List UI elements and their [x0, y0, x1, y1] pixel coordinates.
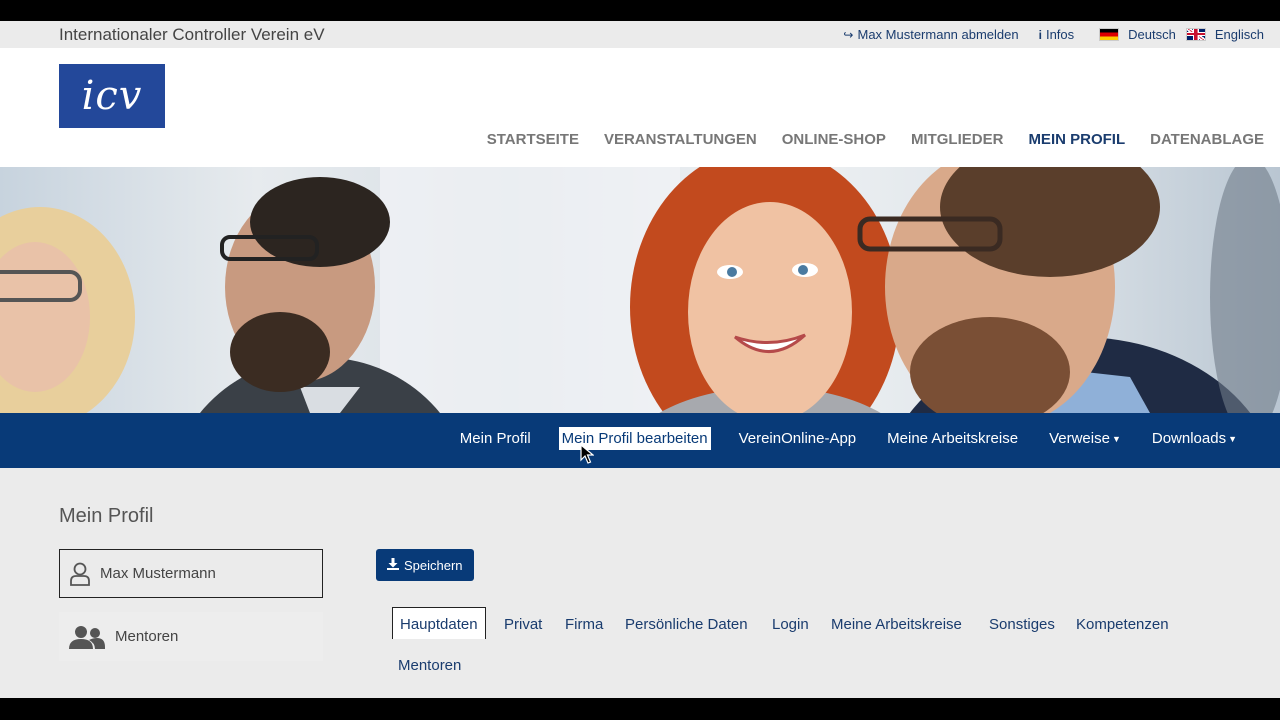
logout-label: Max Mustermann abmelden	[857, 27, 1019, 42]
language-german-label: Deutsch	[1128, 27, 1176, 42]
subnav-downloads-dropdown[interactable]: Downloads ▼	[1149, 427, 1240, 450]
uk-flag-icon	[1185, 28, 1206, 41]
mouse-cursor-icon	[580, 443, 595, 469]
hero-banner-image	[0, 167, 1280, 413]
page-title: Mein Profil	[59, 505, 154, 527]
nav-mein-profil[interactable]: MEIN PROFIL	[1028, 131, 1125, 148]
subnav-vereinonline-app[interactable]: VereinOnline-App	[736, 427, 860, 450]
logout-icon: ↪	[843, 27, 854, 42]
tab-hauptdaten[interactable]: Hauptdaten	[392, 607, 486, 639]
save-button[interactable]: Speichern	[376, 549, 474, 581]
nav-veranstaltungen[interactable]: VERANSTALTUNGEN	[604, 131, 757, 148]
tab-kompetenzen[interactable]: Kompetenzen	[1076, 616, 1169, 633]
tab-firma[interactable]: Firma	[565, 616, 603, 633]
logo-text: icv	[81, 73, 143, 119]
subnav-meine-arbeitskreise[interactable]: Meine Arbeitskreise	[884, 427, 1021, 450]
sidebar-profile-label: Max Mustermann	[100, 565, 216, 582]
info-icon: i	[1038, 27, 1042, 42]
tab-persoenliche-daten[interactable]: Persönliche Daten	[625, 616, 748, 633]
subnav-downloads-label: Downloads	[1151, 430, 1227, 447]
language-german-link[interactable]: Deutsch	[1099, 27, 1176, 42]
subnav-mein-profil[interactable]: Mein Profil	[457, 427, 534, 450]
main-content: Mein Profil Max Mustermann Mentoren Spei…	[0, 468, 1280, 698]
caret-down-icon: ▼	[1111, 434, 1121, 445]
profile-sub-navigation: Mein Profil Mein Profil bearbeiten Verei…	[0, 413, 1280, 468]
main-navigation: STARTSEITE VERANSTALTUNGEN ONLINE-SHOP M…	[462, 131, 1264, 148]
org-name: Internationaler Controller Verein eV	[59, 25, 325, 44]
page: Internationaler Controller Verein eV ↪ M…	[0, 21, 1280, 698]
subnav-verweise-dropdown[interactable]: Verweise ▼	[1046, 427, 1124, 450]
nav-online-shop[interactable]: ONLINE-SHOP	[782, 131, 886, 148]
video-letterbox-bottom	[0, 698, 1280, 720]
language-english-link[interactable]: Englisch	[1185, 27, 1264, 42]
top-links: ↪ Max Mustermann abmelden i Infos Deutsc…	[843, 27, 1264, 42]
tab-mentoren[interactable]: Mentoren	[398, 657, 461, 674]
logout-link[interactable]: ↪ Max Mustermann abmelden	[843, 27, 1018, 42]
download-icon	[387, 557, 399, 573]
video-letterbox-top	[0, 0, 1280, 21]
caret-down-icon: ▼	[1228, 434, 1237, 445]
top-utility-bar: Internationaler Controller Verein eV ↪ M…	[0, 21, 1280, 48]
german-flag-icon	[1099, 28, 1120, 41]
site-header: icv STARTSEITE VERANSTALTUNGEN ONLINE-SH…	[0, 48, 1280, 167]
user-icon	[70, 562, 90, 586]
language-english-label: Englisch	[1214, 27, 1264, 42]
tab-login[interactable]: Login	[772, 616, 809, 633]
tab-privat[interactable]: Privat	[504, 616, 542, 633]
nav-datenablage[interactable]: DATENABLAGE	[1150, 131, 1264, 148]
nav-mitglieder[interactable]: MITGLIEDER	[911, 131, 1004, 148]
info-label: Infos	[1045, 27, 1075, 42]
icv-logo[interactable]: icv	[59, 64, 165, 128]
info-link[interactable]: i Infos	[1039, 27, 1075, 42]
sidebar-profile-button[interactable]: Max Mustermann	[59, 549, 323, 598]
hero-photo-illustration	[0, 167, 1280, 413]
users-group-icon	[69, 625, 105, 649]
nav-startseite[interactable]: STARTSEITE	[487, 131, 579, 148]
sidebar-mentors-button[interactable]: Mentoren	[59, 612, 323, 661]
subnav-verweise-label: Verweise	[1049, 430, 1110, 447]
save-label: Speichern	[404, 557, 463, 573]
tab-meine-arbeitskreise[interactable]: Meine Arbeitskreise	[831, 616, 962, 633]
sidebar-mentors-label: Mentoren	[115, 628, 179, 645]
tab-sonstiges[interactable]: Sonstiges	[989, 616, 1055, 633]
